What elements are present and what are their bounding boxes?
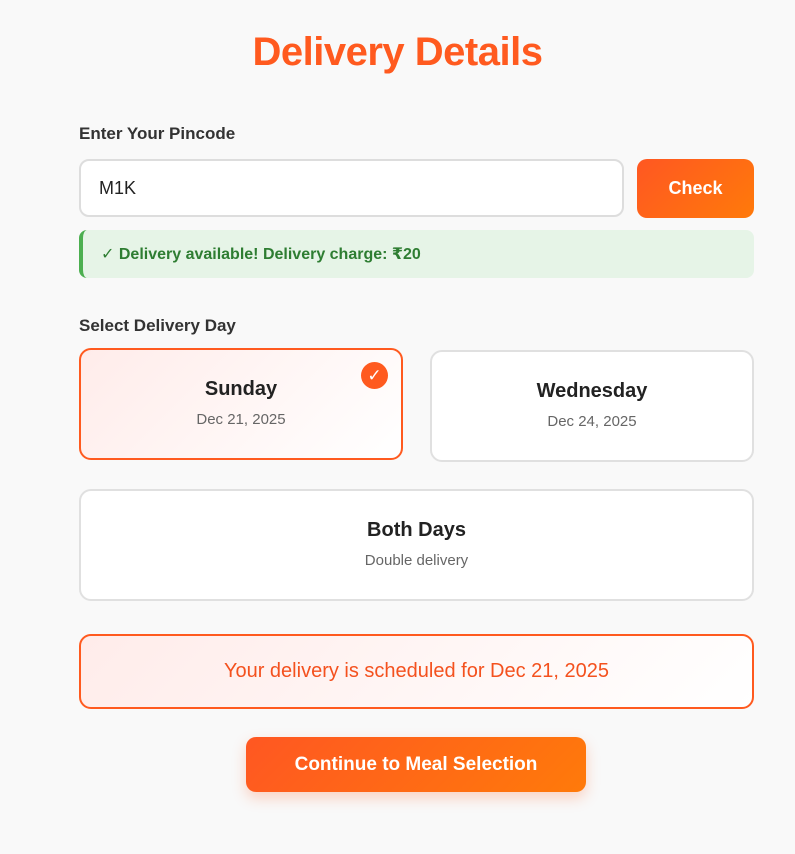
checkmark-icon: ✓ <box>101 246 115 263</box>
day-option-name: Wednesday <box>536 380 648 402</box>
day-option-wednesday[interactable]: Wednesday Dec 24, 2025 <box>430 350 754 462</box>
delivery-status-message: ✓ Delivery available! Delivery charge: ₹… <box>79 230 754 278</box>
day-option-description: Double delivery <box>364 552 469 569</box>
schedule-summary: Your delivery is scheduled for Dec 21, 2… <box>79 634 754 709</box>
day-option-name: Both Days <box>367 519 466 541</box>
check-button[interactable]: Check <box>637 159 754 218</box>
pincode-label: Enter Your Pincode <box>79 124 236 143</box>
delivery-day-label: Select Delivery Day <box>79 316 236 335</box>
day-option-date: Dec 24, 2025 <box>547 413 637 430</box>
continue-button[interactable]: Continue to Meal Selection <box>246 737 586 792</box>
day-option-both-days[interactable]: Both Days Double delivery <box>79 489 754 601</box>
selected-check-icon: ✓ <box>361 362 388 389</box>
day-option-date: Dec 21, 2025 <box>196 411 286 428</box>
page-title: Delivery Details <box>252 30 543 74</box>
pincode-input[interactable] <box>79 159 624 217</box>
delivery-status-text: Delivery available! Delivery charge: ₹20 <box>118 246 421 263</box>
day-option-sunday[interactable]: ✓ Sunday Dec 21, 2025 <box>79 348 403 460</box>
day-option-name: Sunday <box>204 378 278 400</box>
